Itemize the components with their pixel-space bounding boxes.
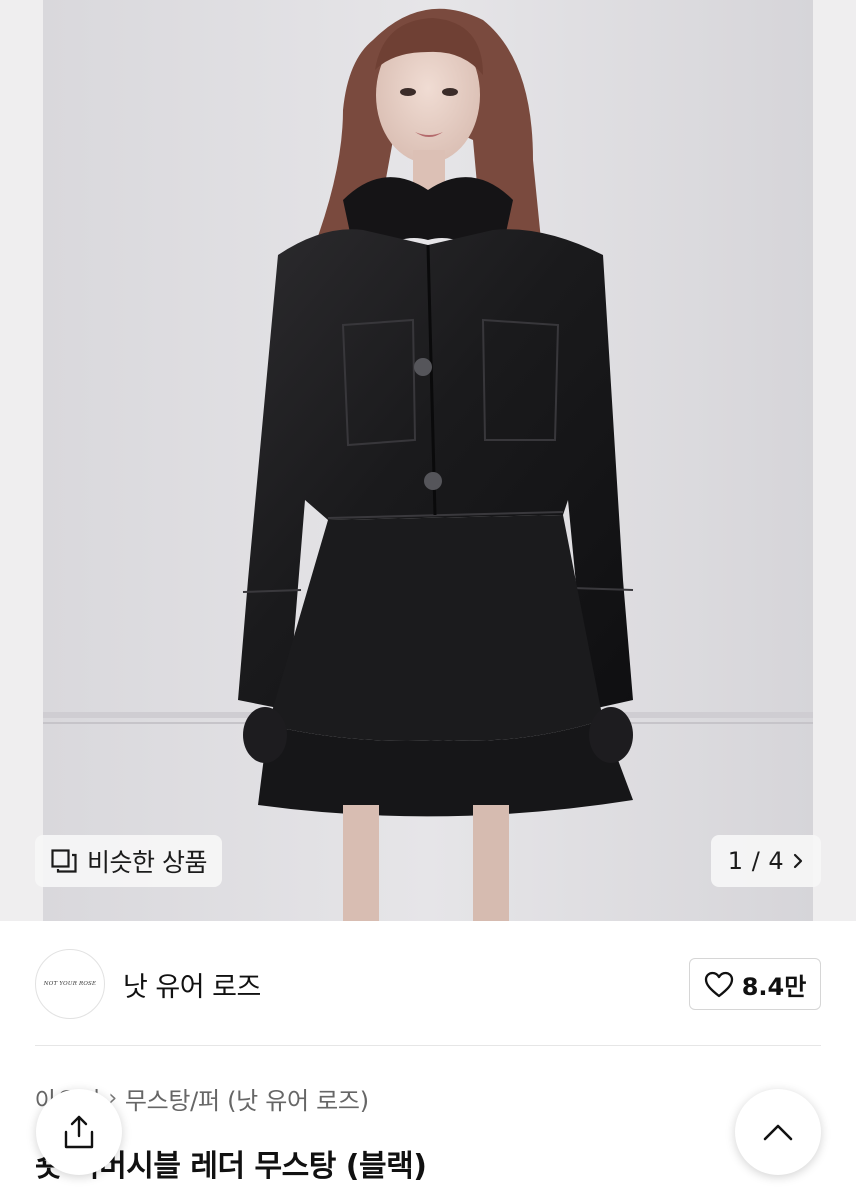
stacked-squares-icon: [51, 849, 77, 873]
brand-logo[interactable]: NOT YOUR ROSE: [35, 949, 105, 1019]
similar-products-button[interactable]: 비슷한 상품: [35, 835, 222, 887]
share-button[interactable]: [36, 1089, 122, 1175]
product-image-gallery[interactable]: 비슷한 상품 1 / 4: [0, 0, 856, 921]
brand-logo-text: NOT YOUR ROSE: [43, 981, 97, 987]
chevron-up-icon: [763, 1124, 793, 1141]
scroll-to-top-button[interactable]: [735, 1089, 821, 1175]
breadcrumb-item-subcategory[interactable]: 무스탕/퍼 (낫 유어 로즈): [125, 1081, 369, 1116]
heart-outline-icon: [704, 971, 733, 997]
section-divider: [35, 1045, 821, 1046]
gallery-pager[interactable]: 1 / 4: [711, 835, 821, 887]
page-indicator: 1 / 4: [727, 847, 785, 875]
product-photo[interactable]: [43, 0, 813, 921]
share-upload-icon: [64, 1115, 94, 1149]
chevron-right-icon: [794, 853, 803, 869]
similar-products-label: 비슷한 상품: [87, 848, 207, 877]
brand-name[interactable]: 낫 유어 로즈: [123, 965, 261, 1004]
like-count: 8.4만: [741, 972, 807, 1001]
brand-row: NOT YOUR ROSE 낫 유어 로즈 8.4만: [35, 947, 821, 1021]
like-button[interactable]: 8.4만: [689, 958, 821, 1010]
